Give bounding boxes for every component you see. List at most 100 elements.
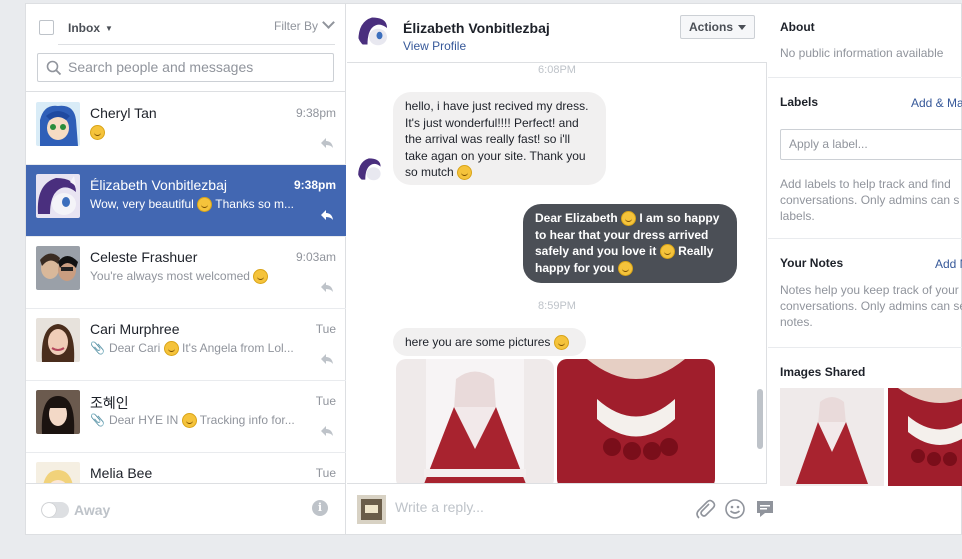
section-title: About — [780, 20, 815, 34]
outgoing-message: Dear Elizabeth I am so happy to hear tha… — [523, 204, 737, 283]
conversation-snippet: Wow, very beautiful Thanks so m... — [90, 197, 300, 213]
help-line: conversations. Only admins can se — [780, 299, 962, 313]
away-toggle[interactable] — [41, 502, 69, 518]
thread-panel: Élizabeth Vonbitlezbaj View Profile Acti… — [347, 4, 773, 534]
snippet-text: Tracking info for... — [199, 413, 295, 427]
shared-photo[interactable] — [557, 359, 715, 484]
avatar — [36, 102, 80, 146]
conversation-time: Tue — [315, 322, 336, 336]
shared-photo[interactable] — [396, 359, 554, 484]
header-divider — [58, 44, 335, 45]
conversation-name: Celeste Frashuer — [90, 249, 198, 265]
smile-emoji-icon — [659, 244, 675, 260]
snippet-text: Dear Cari — [108, 341, 161, 355]
select-all-checkbox[interactable] — [39, 20, 54, 35]
add-label-link[interactable]: Add & Ma — [911, 96, 962, 110]
add-note-link[interactable]: Add N — [935, 257, 962, 271]
section-title: Images Shared — [780, 365, 866, 379]
message-line: so mutch — [405, 165, 454, 179]
shared-image-thumb[interactable] — [780, 388, 884, 486]
conversation-item-elizabeth-vonbitlezbaj[interactable]: Élizabeth Vonbitlezbaj 9:38pm Wow, very … — [26, 165, 346, 237]
conversation-time: Tue — [315, 394, 336, 408]
labels-help: Add labels to help track and find convers… — [780, 176, 962, 224]
search-icon — [46, 60, 62, 76]
conversation-item-melia-bee[interactable]: Melia Bee Tue — [26, 453, 346, 483]
conversation-time: 9:38pm — [295, 106, 336, 120]
message-line: I am so happy — [639, 211, 720, 225]
reply-icon[interactable] — [320, 425, 334, 437]
inbox-dropdown[interactable]: Inbox ▼ — [68, 21, 113, 35]
section-title: Labels — [780, 95, 819, 109]
contact-name: Élizabeth Vonbitlezbaj — [403, 20, 550, 36]
apply-label-input[interactable]: Apply a label... — [780, 129, 962, 160]
conversation-snippet: 📎 Dear Cari It's Angela from Lol... — [90, 341, 300, 357]
message-line: happy for you — [535, 260, 615, 275]
conversation-list: Cheryl Tan 9:38pm Élizabeth Vonbitlezbaj… — [26, 93, 346, 483]
away-label: Away — [74, 502, 111, 518]
shared-image-thumb[interactable] — [888, 388, 962, 486]
message-line: the arrival was really fast! so i'll — [405, 132, 571, 146]
conversation-snippet — [90, 125, 300, 141]
conversation-list-panel: Inbox ▼ Filter By Cheryl Tan 9:38pm — [26, 4, 346, 534]
reply-composer — [347, 483, 773, 534]
timestamp: 8:59PM — [538, 300, 576, 312]
notes-section: Your Notes Add N Notes help you keep tra… — [768, 239, 962, 348]
conversation-name: Cheryl Tan — [90, 105, 157, 121]
smile-emoji-icon — [163, 341, 179, 357]
conversation-snippet: 📎 Dear HYE IN Tracking info for... — [90, 413, 300, 429]
contact-avatar[interactable] — [357, 13, 390, 49]
reply-icon[interactable] — [320, 137, 334, 149]
conversation-item-celeste-frashuer[interactable]: Celeste Frashuer 9:03am You're always mo… — [26, 237, 346, 309]
caret-down-icon: ▼ — [105, 24, 113, 34]
actions-button[interactable]: Actions — [679, 15, 755, 39]
search-input[interactable] — [68, 59, 323, 75]
filter-label: Filter By — [273, 19, 318, 33]
conversation-name: 조혜인 — [90, 395, 129, 411]
conversation-time: 9:03am — [295, 250, 336, 264]
snippet-text: Wow, very beautiful — [90, 197, 194, 211]
snippet-text: Dear HYE IN — [108, 413, 179, 427]
info-icon[interactable]: i — [312, 500, 328, 516]
notes-help: Notes help you keep track of your convers… — [780, 282, 962, 330]
reply-icon[interactable] — [320, 353, 334, 365]
smile-emoji-icon — [621, 211, 637, 227]
conversation-snippet: You're always most welcomed — [90, 269, 300, 285]
reply-icon[interactable] — [320, 281, 334, 293]
paperclip-icon: 📎 — [90, 341, 105, 355]
thread-header: Élizabeth Vonbitlezbaj View Profile Acti… — [347, 4, 767, 63]
stickers-icon[interactable] — [754, 498, 776, 520]
conversation-time: Tue — [315, 466, 336, 480]
messenger-app: Inbox ▼ Filter By Cheryl Tan 9:38pm — [25, 3, 962, 535]
conversation-time: 9:38pm — [293, 178, 336, 192]
conversation-item-hye-in[interactable]: 조혜인 Tue 📎 Dear HYE IN Tracking info for..… — [26, 381, 346, 453]
filter-by-dropdown[interactable]: Filter By — [273, 16, 335, 33]
reply-input[interactable] — [395, 499, 655, 515]
section-title: Your Notes — [780, 256, 844, 270]
avatar — [36, 246, 80, 290]
search-box[interactable] — [37, 53, 334, 82]
paperclip-icon[interactable] — [694, 498, 716, 520]
smile-emoji-icon — [197, 197, 213, 213]
reply-icon[interactable] — [320, 209, 334, 221]
list-header: Inbox ▼ Filter By — [26, 4, 345, 92]
smile-emoji-icon — [181, 413, 197, 429]
message-line: Really — [678, 244, 714, 258]
view-profile-link[interactable]: View Profile — [403, 39, 466, 53]
caret-down-icon — [738, 25, 746, 31]
smile-icon[interactable] — [724, 498, 746, 520]
incoming-message: hello, i have just recived my dress. It'… — [393, 92, 606, 185]
conversation-item-cari-murphree[interactable]: Cari Murphree Tue 📎 Dear Cari It's Angela… — [26, 309, 346, 381]
my-avatar — [357, 495, 386, 524]
conversation-item-cheryl-tan[interactable]: Cheryl Tan 9:38pm — [26, 93, 346, 165]
avatar — [36, 462, 80, 483]
grin-emoji-icon — [457, 165, 473, 181]
message-line: safely and you love it — [535, 244, 657, 258]
message-line: hello, i have just recived my dress. — [405, 99, 589, 113]
help-line: Notes help you keep track of your — [780, 283, 959, 297]
details-panel: About No public information available La… — [768, 4, 962, 534]
thread-scrollbar[interactable] — [757, 389, 763, 449]
message-thread: 6:08PM hello, i have just recived my dre… — [347, 63, 767, 484]
sender-avatar — [357, 155, 383, 183]
message-line: here you are some pictures — [405, 335, 551, 349]
smile-emoji-icon — [253, 269, 269, 285]
